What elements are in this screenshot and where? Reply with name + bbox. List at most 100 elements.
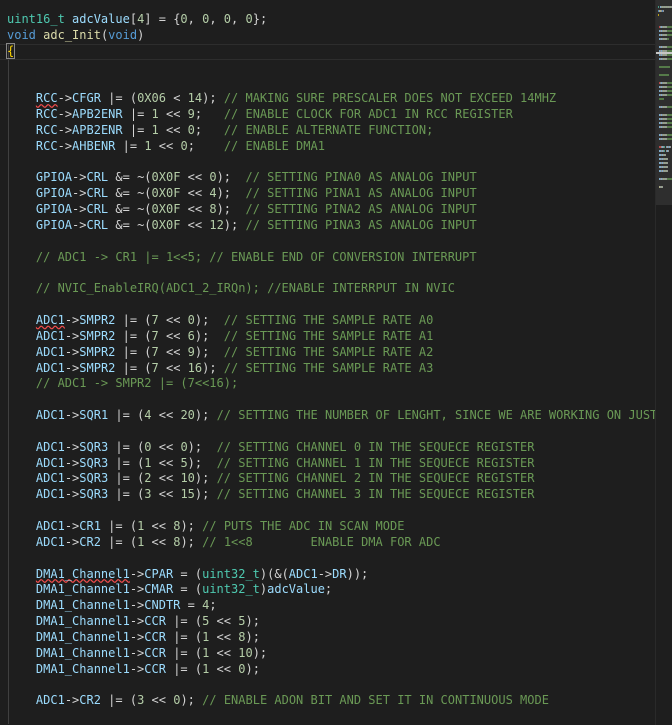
code-line[interactable]: [0, 551, 655, 567]
code-line[interactable]: [0, 503, 655, 519]
code-line[interactable]: ADC1->SQR3 |= (0 << 0); // SETTING CHANN…: [0, 440, 655, 456]
code-token: <<: [144, 693, 174, 708]
code-line[interactable]: ADC1->SMPR2 |= (7 << 0); // SETTING THE …: [0, 313, 655, 329]
code-lines[interactable]: uint16_t adcValue[4] = {0, 0, 0, 0}; void…: [0, 12, 655, 725]
code-token: // SETTING THE SAMPLE RATE A1: [223, 328, 434, 343]
code-line[interactable]: [0, 677, 655, 693]
code-line[interactable]: [0, 424, 655, 440]
code-line[interactable]: GPIOA->CRL &= ~(0X0F << 0); // SETTING P…: [0, 170, 655, 186]
code-line[interactable]: DMA1_Channel1->CPAR = (uint32_t)(&(ADC1-…: [0, 567, 655, 583]
code-token: ADC1: [35, 360, 65, 375]
code-line[interactable]: [0, 234, 655, 250]
code-token: ->: [64, 471, 80, 486]
code-line[interactable]: ADC1->CR2 |= (1 << 8); // 1<<8 ENABLE DM…: [0, 535, 655, 551]
code-line[interactable]: RCC->CFGR |= (0X06 < 14); // MAKING SURE…: [0, 91, 655, 107]
code-line[interactable]: [0, 155, 655, 171]
code-token: 3: [144, 487, 152, 502]
code-line[interactable]: [0, 75, 655, 91]
code-token: // SETTING PINA3 AS ANALOG INPUT: [245, 217, 477, 232]
code-token: );: [216, 170, 246, 185]
code-token: <<: [158, 344, 188, 359]
code-token: ADC1: [288, 566, 318, 581]
code-token: <<: [209, 629, 239, 644]
code-line[interactable]: GPIOA->CRL &= ~(0X0F << 8); // SETTING P…: [0, 202, 655, 218]
code-line[interactable]: // NVIC_EnableIRQ(ADC1_2_IRQn); //ENABLE…: [0, 281, 655, 297]
code-token: <<: [180, 186, 210, 201]
code-token: ->: [72, 202, 87, 217]
code-line[interactable]: uint16_t adcValue[4] = {0, 0, 0, 0};: [0, 12, 655, 28]
code-line[interactable]: GPIOA->CRL &= ~(0X0F << 4); // SETTING P…: [0, 186, 655, 202]
code-token: // SETTING CHANNEL 3 IN THE SEQUECE REGI…: [216, 487, 535, 502]
code-token: );: [194, 344, 224, 359]
code-line[interactable]: RCC->AHBENR |= 1 << 0; // ENABLE DMA1: [0, 139, 655, 155]
code-token: SMPR2: [79, 344, 116, 359]
code-line[interactable]: GPIOA->CRL &= ~(0X0F << 12); // SETTING …: [0, 218, 655, 234]
minimap-slider[interactable]: [656, 0, 672, 205]
code-line[interactable]: ADC1->SMPR2 |= (7 << 9); // SETTING THE …: [0, 345, 655, 361]
code-line[interactable]: DMA1_Channel1->CNDTR = 4;: [0, 598, 655, 614]
code-token: // SETTING PINA2 AS ANALOG INPUT: [245, 202, 477, 217]
code-editor[interactable]: uint16_t adcValue[4] = {0, 0, 0, 0}; void…: [0, 0, 655, 725]
code-line[interactable]: [0, 60, 655, 76]
code-token: 7: [151, 360, 159, 375]
code-token: GPIOA: [35, 217, 73, 232]
code-token: ->: [72, 186, 87, 201]
code-token: <<: [158, 122, 188, 137]
code-line[interactable]: DMA1_Channel1->CMAR = (uint32_t)adcValue…: [0, 582, 655, 598]
code-token: 0: [180, 439, 188, 454]
code-line[interactable]: // ADC1 -> CR1 |= 1<<5; // ENABLE END OF…: [0, 250, 655, 266]
code-token: 10: [180, 471, 195, 486]
code-token: 0: [180, 12, 188, 26]
code-token: );: [180, 693, 203, 708]
code-line[interactable]: // ADC1 -> SMPR2 |= (7<<16);: [0, 376, 655, 392]
code-token: // ENABLE ALTERNATE FUNCTION;: [223, 122, 434, 137]
code-line[interactable]: RCC->APB2ENR |= 1 << 9; // ENABLE CLOCK …: [0, 107, 655, 123]
code-token: 1: [144, 138, 152, 153]
code-token: 0X0F: [151, 170, 181, 185]
code-token: 0: [144, 439, 152, 454]
code-token: 7: [151, 313, 159, 328]
code-token: ->: [72, 217, 87, 232]
code-line[interactable]: void adc_Init(void): [0, 28, 655, 44]
code-token: // MAKING SURE PRESCALER DOES NOT EXCEED…: [223, 91, 557, 106]
code-line[interactable]: ADC1->SQR1 |= (4 << 20); // SETTING THE …: [0, 408, 655, 424]
code-line[interactable]: RCC->APB2ENR |= 1 << 0; // ENABLE ALTERN…: [0, 123, 655, 139]
code-token: 0: [245, 12, 253, 26]
code-line[interactable]: ADC1->CR1 |= (1 << 8); // PUTS THE ADC I…: [0, 519, 655, 535]
code-line[interactable]: ADC1->SQR3 |= (3 << 15); // SETTING CHAN…: [0, 487, 655, 503]
code-line[interactable]: [0, 297, 655, 313]
code-token: CRL: [86, 217, 109, 232]
code-line[interactable]: DMA1_Channel1->CCR |= (5 << 5);: [0, 614, 655, 630]
code-token: adc_Init: [43, 27, 101, 42]
code-line[interactable]: ADC1->SMPR2 |= (7 << 6); // SETTING THE …: [0, 329, 655, 345]
code-token: );: [187, 439, 217, 454]
code-line[interactable]: [0, 709, 655, 725]
code-line[interactable]: ADC1->CR2 |= (3 << 0); // ENABLE ADON BI…: [0, 693, 655, 709]
code-token: ADC1: [35, 313, 65, 328]
code-token: 16: [187, 360, 203, 375]
code-line[interactable]: {: [0, 42, 655, 60]
code-token: &= ~(: [108, 170, 152, 185]
code-token: ->: [64, 487, 80, 502]
code-token: ->: [129, 645, 145, 660]
code-token: ADC1: [35, 408, 65, 423]
code-line[interactable]: ADC1->SQR3 |= (1 << 5); // SETTING CHANN…: [0, 456, 655, 472]
code-token: // ADC1 -> CR1 |= 1<<5; // ENABLE END OF…: [35, 249, 477, 264]
code-line[interactable]: [0, 392, 655, 408]
code-line[interactable]: [0, 266, 655, 282]
code-line[interactable]: ADC1->SQR3 |= (2 << 10); // SETTING CHAN…: [0, 471, 655, 487]
minimap-cursor-marker: [656, 52, 672, 54]
code-line[interactable]: DMA1_Channel1->CCR |= (1 << 8);: [0, 630, 655, 646]
code-token: APB2ENR: [72, 122, 123, 137]
code-token: RCC: [35, 122, 58, 137]
code-line[interactable]: DMA1_Channel1->CCR |= (1 << 10);: [0, 646, 655, 662]
code-line[interactable]: ADC1->SMPR2 |= (7 << 16); // SETTING THE…: [0, 361, 655, 377]
code-line[interactable]: DMA1_Channel1->CCR |= (1 << 0);: [0, 662, 655, 678]
code-token: void: [108, 27, 138, 42]
